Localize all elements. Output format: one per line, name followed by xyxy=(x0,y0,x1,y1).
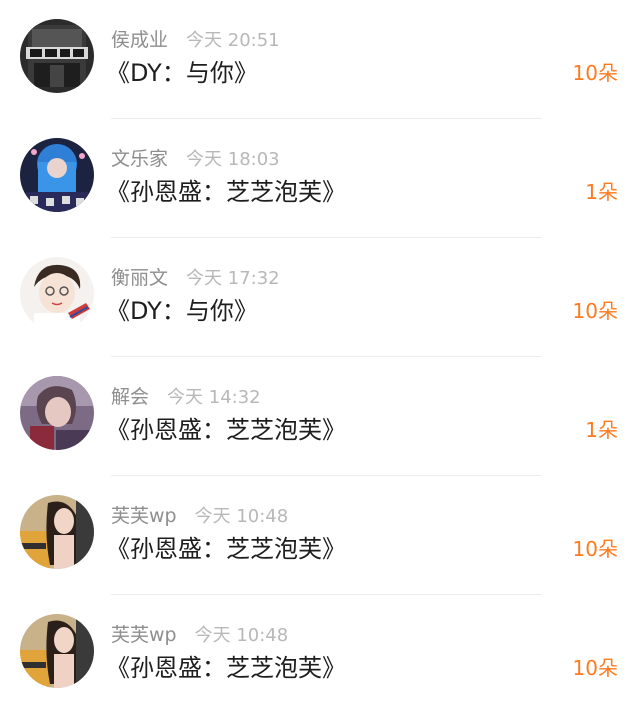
timestamp: 今天 20:51 xyxy=(186,30,280,51)
song-title[interactable]: 《孙恩盛：芝芝泡芙》 xyxy=(106,532,346,566)
list-item[interactable]: 芙芙wp 今天 10:48 《孙恩盛：芝芝泡芙》 10朵 xyxy=(0,595,640,714)
avatar[interactable] xyxy=(20,376,94,450)
flower-count: 10朵 xyxy=(572,656,618,680)
avatar[interactable] xyxy=(20,495,94,569)
song-title[interactable]: 《DY：与你》 xyxy=(106,294,258,328)
avatar-dark-text-icon xyxy=(20,19,94,93)
avatar[interactable] xyxy=(20,138,94,212)
username[interactable]: 芙芙wp xyxy=(111,505,177,527)
flower-count: 1朵 xyxy=(585,418,618,442)
avatar-anime-blue-icon xyxy=(20,138,94,212)
timestamp: 今天 10:48 xyxy=(194,506,289,527)
timestamp: 今天 17:32 xyxy=(186,268,280,289)
list-item[interactable]: 文乐家 今天 18:03 《孙恩盛：芝芝泡芙》 1朵 xyxy=(0,119,640,238)
flower-count: 1朵 xyxy=(585,180,618,204)
username[interactable]: 文乐家 xyxy=(111,148,168,170)
avatar[interactable] xyxy=(20,257,94,331)
list-item[interactable]: 芙芙wp 今天 10:48 《孙恩盛：芝芝泡芙》 10朵 xyxy=(0,476,640,595)
list-item[interactable]: 侯成业 今天 20:51 《DY：与你》 10朵 xyxy=(0,0,640,119)
avatar-photo-girl-icon xyxy=(20,614,94,688)
song-title[interactable]: 《孙恩盛：芝芝泡芙》 xyxy=(106,651,346,685)
username[interactable]: 侯成业 xyxy=(111,29,168,51)
avatar[interactable] xyxy=(20,19,94,93)
username[interactable]: 衡丽文 xyxy=(111,267,168,289)
song-title[interactable]: 《孙恩盛：芝芝泡芙》 xyxy=(106,175,346,209)
username[interactable]: 解会 xyxy=(111,386,149,408)
flower-count: 10朵 xyxy=(572,537,618,561)
list-item[interactable]: 解会 今天 14:32 《孙恩盛：芝芝泡芙》 1朵 xyxy=(0,357,640,476)
timestamp: 今天 10:48 xyxy=(194,625,289,646)
avatar[interactable] xyxy=(20,614,94,688)
list-item[interactable]: 衡丽文 今天 17:32 《DY：与你》 10朵 xyxy=(0,238,640,357)
flower-count: 10朵 xyxy=(572,61,618,85)
song-title[interactable]: 《DY：与你》 xyxy=(106,56,258,90)
avatar-photo-girl-icon xyxy=(20,495,94,569)
avatar-photo-purple-icon xyxy=(20,376,94,450)
flower-count: 10朵 xyxy=(572,299,618,323)
username[interactable]: 芙芙wp xyxy=(111,624,177,646)
timestamp: 今天 14:32 xyxy=(167,387,261,408)
song-title[interactable]: 《孙恩盛：芝芝泡芙》 xyxy=(106,413,346,447)
timestamp: 今天 18:03 xyxy=(186,149,280,170)
avatar-sketch-boy-icon xyxy=(20,257,94,331)
gift-list: 侯成业 今天 20:51 《DY：与你》 10朵 文乐家 今天 18:03 《孙… xyxy=(0,0,640,710)
